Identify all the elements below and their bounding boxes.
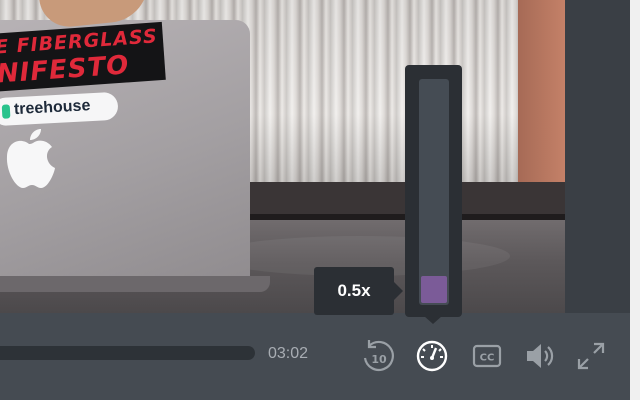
- closed-captions-icon: CC: [472, 344, 502, 368]
- fullscreen-icon: [577, 342, 605, 370]
- fullscreen-button[interactable]: [571, 336, 611, 376]
- captions-label: CC: [480, 353, 495, 364]
- current-time: 03:02: [268, 345, 309, 362]
- volume-button[interactable]: [520, 336, 560, 376]
- speed-slider-fill[interactable]: [421, 276, 447, 303]
- progress-bar[interactable]: [0, 346, 255, 360]
- treehouse-leaf-icon: [1, 104, 11, 119]
- apple-logo-icon: [6, 129, 55, 188]
- rewind-10-icon: 10: [363, 340, 394, 372]
- volume-icon: [527, 344, 554, 368]
- captions-button[interactable]: CC: [467, 336, 507, 376]
- speed-value: 0.5x: [337, 281, 371, 300]
- video-player: E FIBERGLASS NIFESTO treehouse 03:02 10: [0, 0, 640, 400]
- treehouse-sticker-text: treehouse: [13, 97, 91, 119]
- speed-tooltip: 0.5x: [314, 267, 394, 315]
- speed-popup-pointer: [424, 316, 442, 324]
- page-edge: [630, 0, 640, 400]
- rewind-10-label: 10: [371, 353, 387, 366]
- video-frame[interactable]: E FIBERGLASS NIFESTO treehouse: [0, 0, 565, 313]
- side-panel: [565, 0, 640, 313]
- laptop-edge: [0, 276, 270, 292]
- rewind-10-button[interactable]: 10: [358, 336, 398, 376]
- background-pillar: [518, 0, 565, 200]
- speed-slider-track[interactable]: [419, 79, 449, 305]
- speed-tooltip-pointer: [394, 282, 403, 300]
- playback-speed-button[interactable]: [412, 336, 452, 376]
- playback-speed-gauge-icon: [416, 340, 448, 372]
